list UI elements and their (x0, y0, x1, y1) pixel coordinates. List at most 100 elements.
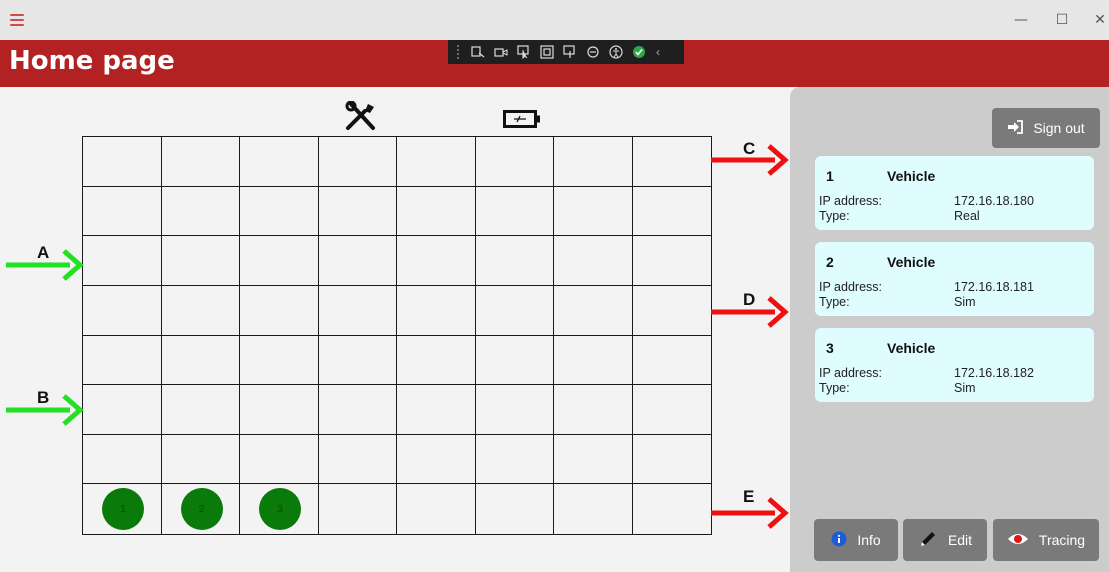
grid-cell[interactable] (161, 137, 240, 187)
track-focus-icon[interactable] (560, 44, 579, 60)
collapse-chevron-icon[interactable]: ‹ (656, 45, 660, 59)
grid-cell[interactable] (240, 335, 319, 386)
grid-cell[interactable] (240, 186, 319, 237)
vehicle-card[interactable]: 1 Vehicle IP address: 172.16.18.180 Type… (815, 156, 1094, 230)
maximize-button[interactable]: ☐ (1052, 10, 1072, 30)
vehicle-marker[interactable]: 2 (180, 488, 223, 531)
grid-cell[interactable] (240, 236, 319, 286)
hamburger-menu-icon[interactable] (10, 14, 24, 26)
grid-cell[interactable] (397, 186, 476, 237)
grid-cell[interactable] (397, 236, 476, 286)
grid-cell[interactable] (240, 285, 319, 336)
grid-cell[interactable] (83, 434, 162, 485)
select-element-icon[interactable] (514, 44, 533, 60)
sign-out-button[interactable]: Sign out (992, 108, 1100, 148)
toolbar-grip-icon[interactable] (456, 44, 460, 60)
grid-cell[interactable]: 3 (240, 484, 319, 534)
vehicle-title: Vehicle (887, 168, 936, 184)
minimize-button[interactable]: — (1011, 10, 1031, 30)
grid-cell[interactable] (475, 285, 554, 336)
grid-cell[interactable] (161, 285, 240, 336)
grid-cell[interactable]: 1 (83, 484, 162, 534)
live-tree-icon[interactable] (468, 44, 487, 60)
tools-icon[interactable] (345, 100, 377, 136)
grid-cell[interactable] (632, 435, 711, 485)
grid-cell[interactable] (318, 385, 397, 435)
grid-cell[interactable] (475, 434, 554, 485)
vehicle-marker[interactable]: 3 (259, 488, 301, 531)
grid-cell[interactable] (475, 236, 554, 286)
grid-cell[interactable] (240, 137, 319, 187)
vehicle-title: Vehicle (887, 254, 936, 270)
grid-cell[interactable] (161, 385, 240, 435)
battery-icon (503, 109, 541, 134)
grid-cell[interactable] (632, 137, 711, 187)
ip-address-value: 172.16.18.180 (954, 194, 1034, 208)
grid-cell[interactable] (161, 186, 240, 237)
grid-cell[interactable] (554, 385, 633, 435)
video-icon[interactable] (491, 44, 510, 60)
grid-cell[interactable] (83, 335, 162, 386)
type-label: Type: (819, 381, 850, 395)
grid-cell[interactable] (397, 385, 476, 435)
grid-cell[interactable] (554, 137, 633, 187)
grid-cell[interactable] (475, 186, 554, 237)
grid-cell[interactable] (319, 484, 397, 534)
pencil-icon (918, 529, 938, 552)
grid-cell[interactable] (632, 187, 711, 237)
hot-reload-icon[interactable] (583, 44, 602, 60)
accessibility-icon[interactable] (606, 44, 625, 60)
vehicle-card[interactable]: 2 Vehicle IP address: 172.16.18.181 Type… (815, 242, 1094, 316)
grid-cell[interactable] (83, 385, 162, 435)
grid-cell[interactable] (318, 186, 397, 237)
grid-cell[interactable] (554, 335, 633, 386)
vehicle-card[interactable]: 3 Vehicle IP address: 172.16.18.182 Type… (815, 328, 1094, 402)
grid-cell[interactable] (476, 484, 554, 534)
grid-cell[interactable] (240, 434, 319, 485)
check-ok-icon[interactable] (629, 44, 648, 60)
grid-cell[interactable] (318, 236, 397, 286)
grid-cell[interactable] (397, 484, 476, 534)
grid-cell[interactable] (554, 285, 633, 336)
grid-cell[interactable] (475, 335, 554, 386)
grid-cell[interactable] (397, 137, 476, 187)
grid-cell[interactable] (83, 186, 162, 237)
grid-cell[interactable] (161, 335, 240, 386)
grid-cell[interactable] (633, 484, 712, 534)
debug-toolbar: ‹ (448, 40, 684, 64)
vehicle-marker[interactable]: 1 (102, 488, 144, 531)
info-button[interactable]: Info (814, 519, 898, 561)
grid-cell[interactable] (161, 236, 240, 286)
grid-cell[interactable] (554, 434, 633, 485)
grid-cell[interactable] (554, 186, 633, 237)
grid-cell[interactable] (318, 335, 397, 386)
grid-cell[interactable] (632, 286, 711, 336)
grid-cell[interactable] (83, 137, 162, 187)
grid-cell[interactable] (83, 285, 162, 336)
grid-cell[interactable] (554, 484, 633, 534)
grid-cell[interactable] (397, 285, 476, 336)
exit-label: E (743, 487, 755, 506)
grid-cell[interactable] (240, 385, 319, 435)
grid-cell[interactable] (397, 434, 476, 485)
grid-cell[interactable] (318, 285, 397, 336)
edit-button[interactable]: Edit (903, 519, 987, 561)
grid-cell[interactable] (632, 385, 711, 435)
close-button[interactable]: ✕ (1090, 10, 1109, 30)
grid-cell[interactable] (554, 236, 633, 286)
grid-cell[interactable] (161, 434, 240, 485)
grid-cell[interactable] (318, 137, 397, 187)
grid-cell[interactable] (83, 236, 162, 286)
ip-address-label: IP address: (819, 366, 883, 380)
grid-cell[interactable] (475, 137, 554, 187)
grid-cell[interactable] (632, 336, 711, 386)
display-layout-icon[interactable] (537, 44, 556, 60)
grid-cell[interactable]: 2 (162, 484, 240, 534)
type-value: Sim (954, 295, 976, 309)
grid-cell[interactable] (318, 434, 397, 485)
tracing-button[interactable]: Tracing (993, 519, 1099, 561)
vehicle-number: 1 (826, 168, 834, 184)
grid-cell[interactable] (475, 385, 554, 435)
grid-cell[interactable] (632, 236, 711, 286)
grid-cell[interactable] (397, 335, 476, 386)
